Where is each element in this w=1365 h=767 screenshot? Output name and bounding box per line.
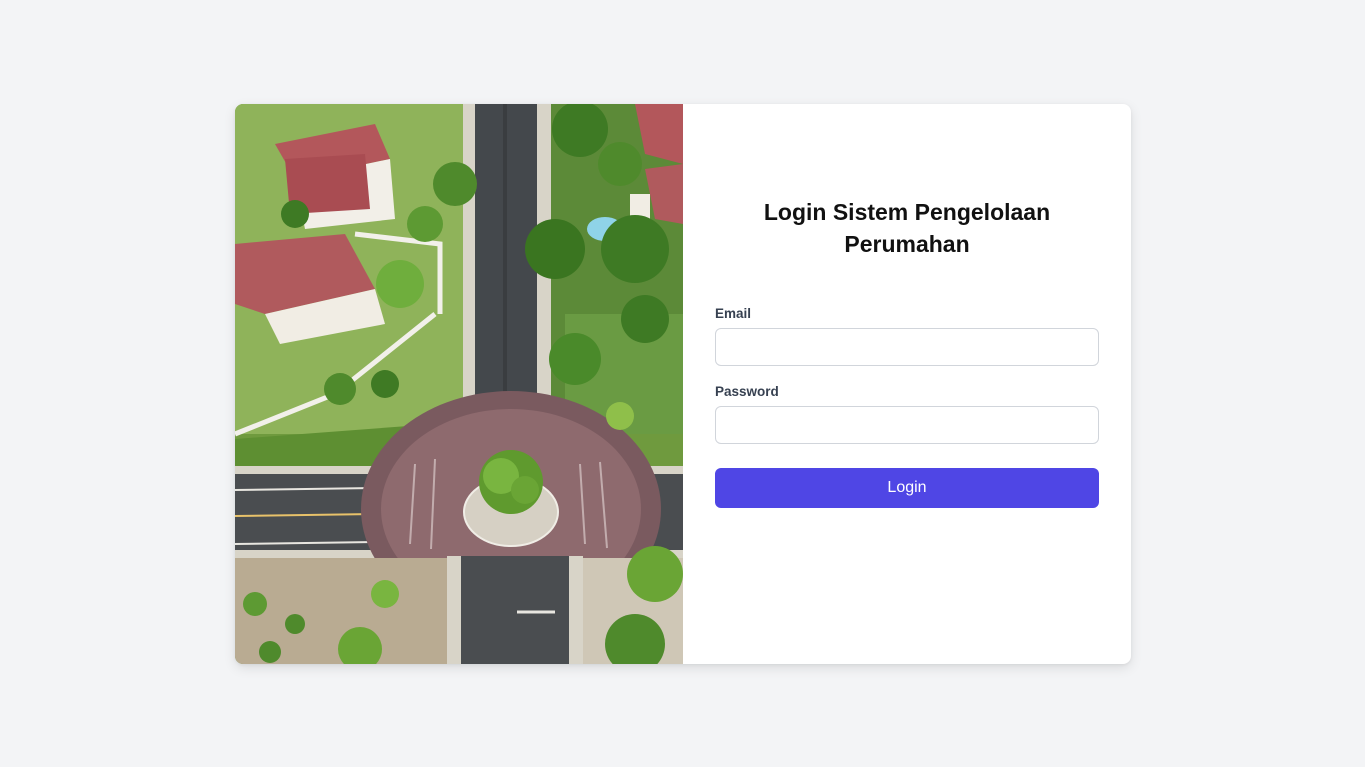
password-label: Password [715, 384, 779, 399]
email-field[interactable] [715, 328, 1099, 366]
aerial-neighborhood-image [235, 104, 683, 664]
login-button[interactable]: Login [715, 468, 1099, 508]
login-form-panel: Login Sistem Pengelolaan Perumahan Email… [683, 104, 1131, 664]
login-card: Login Sistem Pengelolaan Perumahan Email… [235, 104, 1131, 664]
email-label: Email [715, 306, 752, 321]
page-title: Login Sistem Pengelolaan Perumahan [763, 199, 1051, 257]
password-field[interactable] [715, 406, 1099, 444]
